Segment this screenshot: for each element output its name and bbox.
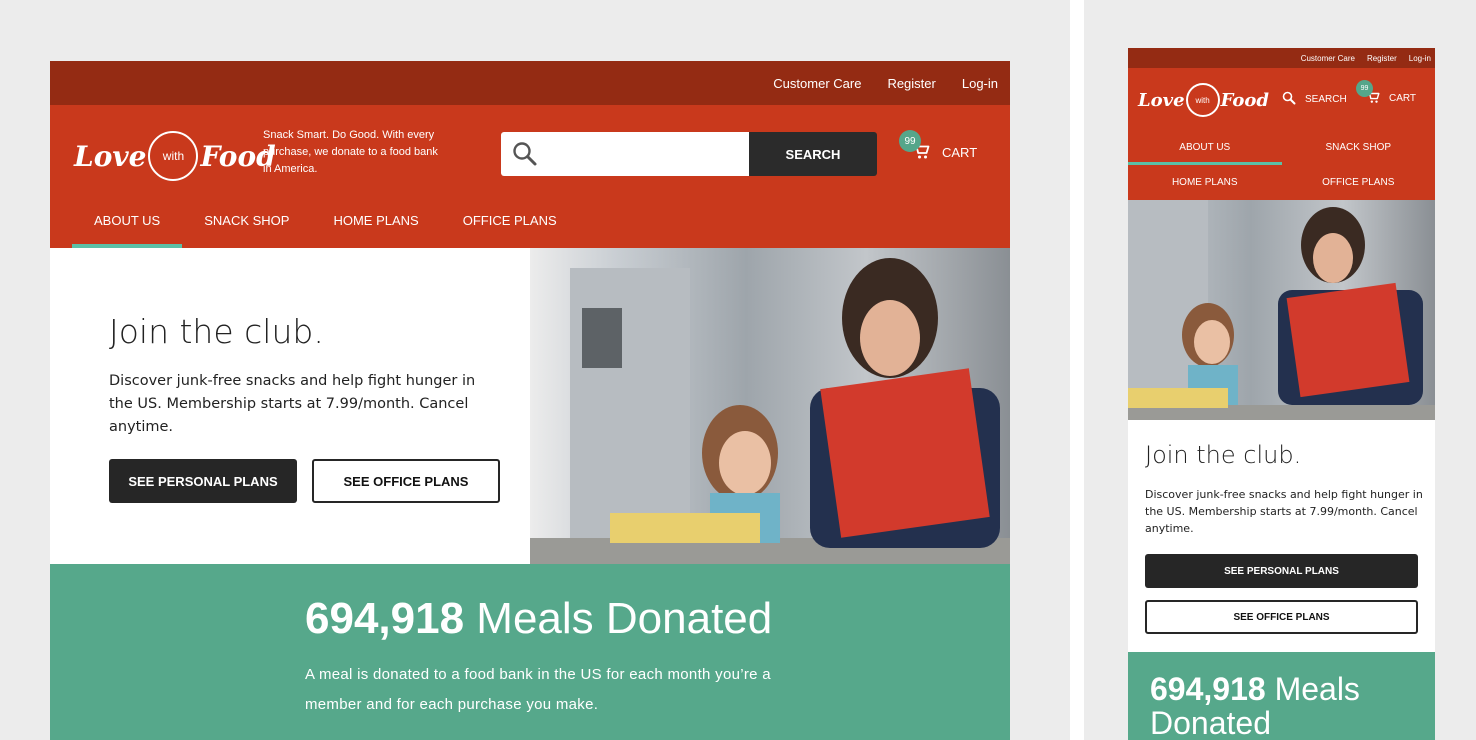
meals-donated-description: A meal is donated to a food bank in the … (305, 666, 771, 713)
nav-office-plans[interactable]: OFFICE PLANS (441, 193, 579, 248)
logo-love-text: Love (1138, 89, 1185, 111)
nav-home-plans[interactable]: HOME PLANS (1128, 165, 1282, 200)
hero-description: Discover junk-free snacks and help fight… (109, 373, 476, 435)
utility-bar: Customer Care Register Log-in (1128, 48, 1435, 68)
main-nav: ABOUT US SNACK SHOP HOME PLANS OFFICE PL… (1128, 130, 1435, 200)
see-personal-plans-button[interactable]: SEE PERSONAL PLANS (1145, 554, 1418, 588)
meals-donated-heading: 694,918 Meals Donated (1150, 672, 1430, 740)
preview-divider (1070, 0, 1084, 740)
hero-photo (530, 248, 1010, 564)
logo-with-text: with (1185, 83, 1220, 117)
cart-button[interactable]: 99 CART (899, 130, 978, 163)
search-button[interactable]: SEARCH (1282, 91, 1347, 108)
nav-snack-shop[interactable]: SNACK SHOP (182, 193, 311, 248)
nav-snack-shop[interactable]: SNACK SHOP (1282, 130, 1436, 165)
hero-photo (1128, 200, 1435, 420)
nav-about-us[interactable]: ABOUT US (72, 193, 183, 248)
nav-about-us[interactable]: ABOUT US (1128, 130, 1282, 165)
search-input[interactable] (501, 132, 749, 176)
meals-donated-heading: 694,918 Meals Donated (305, 594, 772, 644)
love-with-food-logo[interactable]: Love with Food (1138, 83, 1269, 117)
meals-donated-count: 694,918 (1150, 671, 1266, 707)
hero-title: Join the club. (1145, 441, 1302, 469)
hero-title: Join the club. (109, 312, 324, 351)
cart-label: CART (1389, 93, 1417, 104)
logo-love-text: Love (74, 139, 147, 173)
site-header: Love with Food SEARCH 99 CART (1128, 68, 1435, 130)
cart-count-badge: 99 (899, 130, 921, 152)
see-personal-plans-button[interactable]: SEE PERSONAL PLANS (109, 459, 297, 503)
search-icon (1282, 91, 1296, 108)
nav-home-plans[interactable]: HOME PLANS (311, 193, 440, 248)
see-office-plans-button[interactable]: SEE OFFICE PLANS (1145, 600, 1418, 634)
nav-office-plans[interactable]: OFFICE PLANS (1282, 165, 1436, 200)
mobile-preview: Customer Care Register Log-in Love with … (1128, 48, 1435, 740)
meals-donated-count: 694,918 (305, 594, 465, 643)
logo-food-text: Food (1220, 89, 1269, 111)
meals-donated-label: Meals Donated (476, 594, 773, 643)
customer-care-link[interactable]: Customer Care (1301, 54, 1355, 63)
cart-button[interactable]: 99 CART (1356, 80, 1417, 107)
brand-tagline: Snack Smart. Do Good. With every purchas… (263, 129, 438, 175)
register-link[interactable]: Register (887, 76, 935, 91)
love-with-food-logo[interactable]: Love with Food (74, 131, 276, 181)
site-header: Love with Food Snack Smart. Do Good. Wit… (50, 105, 1010, 193)
desktop-preview: Customer Care Register Log-in Love with … (50, 61, 1010, 740)
search-label: SEARCH (1305, 94, 1347, 105)
see-office-plans-button[interactable]: SEE OFFICE PLANS (312, 459, 500, 503)
cart-count-badge: 99 (1356, 80, 1373, 97)
utility-bar: Customer Care Register Log-in (50, 61, 1010, 105)
search-button[interactable]: SEARCH (749, 132, 877, 176)
hero-section: Join the club. Discover junk-free snacks… (1128, 420, 1435, 654)
main-nav: ABOUT US SNACK SHOP HOME PLANS OFFICE PL… (50, 193, 1010, 248)
logo-with-text: with (148, 131, 199, 181)
login-link[interactable]: Log-in (1409, 54, 1431, 63)
customer-care-link[interactable]: Customer Care (773, 76, 861, 91)
search-icon (512, 141, 538, 172)
hero-description: Discover junk-free snacks and help fight… (1145, 488, 1423, 535)
hero-section: Join the club. Discover junk-free snacks… (50, 248, 1010, 564)
meals-donated-section: 694,918 Meals Donated (1128, 652, 1435, 740)
meals-donated-section: 694,918 Meals Donated A meal is donated … (50, 564, 1010, 740)
register-link[interactable]: Register (1367, 54, 1397, 63)
cart-label: CART (942, 145, 978, 160)
login-link[interactable]: Log-in (962, 76, 998, 91)
